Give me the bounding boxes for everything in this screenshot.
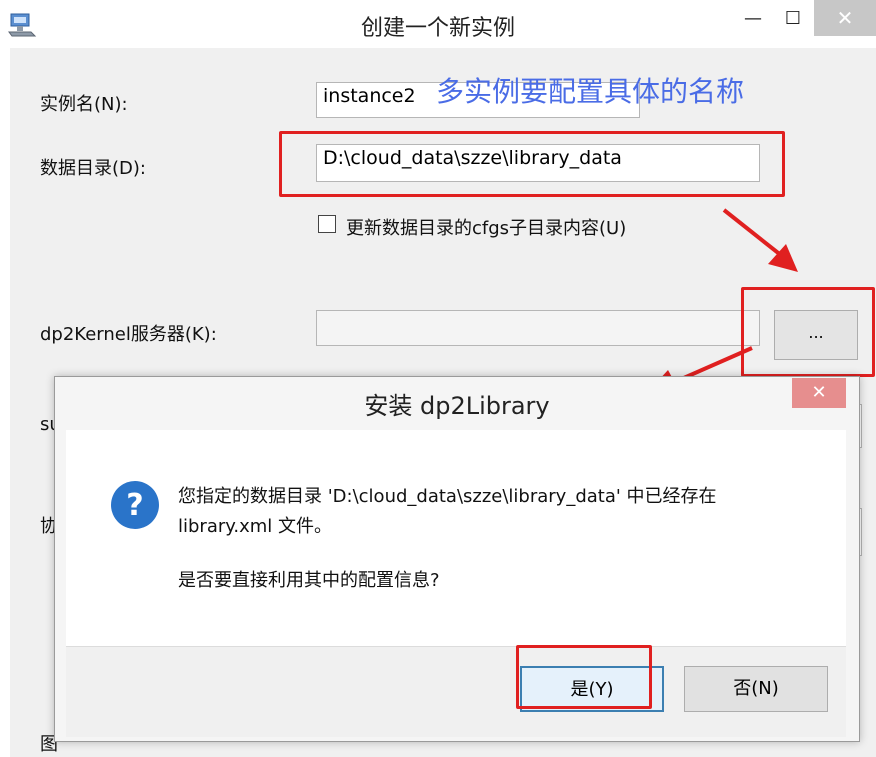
maximize-button[interactable]: ☐ [778, 8, 808, 30]
svg-text:?: ? [126, 488, 143, 523]
dialog-body [66, 430, 846, 646]
update-cfgs-label: 更新数据目录的cfgs子目录内容(U) [346, 218, 627, 239]
dialog-message-line3: 是否要直接利用其中的配置信息? [178, 570, 440, 591]
data-dir-label: 数据目录(D): [40, 158, 146, 179]
dialog-message-line2: library.xml 文件。 [178, 516, 332, 537]
kernel-server-label: dp2Kernel服务器(K): [40, 324, 217, 345]
instance-name-label: 实例名(N): [40, 94, 128, 115]
data-dir-highlight [279, 131, 785, 197]
update-cfgs-checkbox[interactable] [318, 215, 336, 233]
no-button[interactable]: 否(N) [684, 666, 828, 712]
minimize-button[interactable]: — [738, 8, 768, 30]
dialog-title: 安装 dp2Library [364, 392, 550, 420]
dialog-close-button[interactable]: ✕ [792, 378, 846, 408]
dialog-message-line1: 您指定的数据目录 'D:\cloud_data\szze\library_dat… [178, 486, 717, 507]
window-close-button[interactable]: ✕ [814, 0, 876, 36]
annotation-text: 多实例要配置具体的名称 [436, 75, 745, 108]
question-icon: ? [111, 481, 159, 529]
arrow-down-right-icon [722, 208, 798, 272]
yes-highlight [516, 645, 652, 709]
browse-highlight [741, 287, 875, 377]
